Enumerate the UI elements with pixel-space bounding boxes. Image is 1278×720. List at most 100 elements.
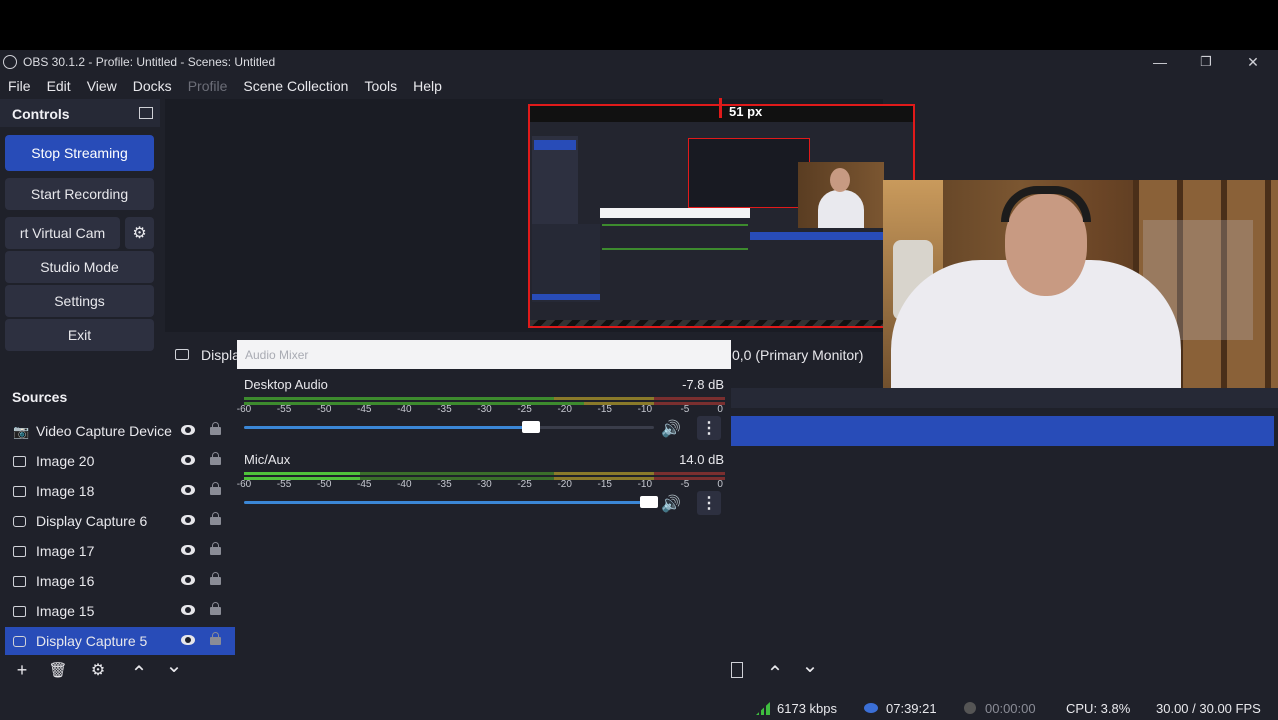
display-monitor-select[interactable]: 0,0 (Primary Monitor) [732, 347, 863, 363]
menu-help[interactable]: Help [405, 78, 450, 94]
visibility-eye-icon[interactable] [181, 635, 195, 645]
stop-streaming-button[interactable]: Stop Streaming [5, 135, 154, 171]
lock-icon[interactable] [210, 482, 221, 495]
stream-status-icon [864, 703, 878, 713]
visibility-eye-icon[interactable] [181, 515, 195, 525]
nested-sources [532, 224, 600, 302]
source-item-image-16[interactable]: Image 16 [5, 567, 235, 595]
audio-mixer-title: Audio Mixer [245, 348, 309, 362]
guide-distance-label: 51 px [729, 104, 763, 119]
bitrate-label: 6173 kbps [777, 701, 837, 716]
selected-scene-row[interactable] [731, 416, 1274, 446]
virtual-cam-settings-gear-icon[interactable]: ⚙ [125, 217, 154, 249]
obs-logo-icon [3, 55, 17, 69]
nested-capture-preview[interactable] [528, 104, 915, 328]
undock-icon[interactable] [139, 107, 153, 119]
image-icon [13, 606, 26, 617]
menu-view[interactable]: View [79, 78, 125, 94]
desktop-audio-speaker-icon[interactable]: 🔊 [661, 419, 681, 439]
studio-mode-button[interactable]: Studio Mode [5, 251, 154, 283]
visibility-eye-icon[interactable] [181, 575, 195, 585]
image-icon [13, 486, 26, 497]
menu-bar: File Edit View Docks Profile Scene Colle… [0, 74, 1278, 98]
scene-filter-icon[interactable] [731, 662, 743, 678]
visibility-eye-icon[interactable] [181, 425, 195, 435]
lock-icon[interactable] [210, 452, 221, 465]
fps-label: 30.00 / 30.00 FPS [1156, 701, 1261, 716]
desktop-audio-db: -7.8 dB [682, 377, 724, 392]
source-item-image-20[interactable]: Image 20 [5, 447, 235, 475]
mic-aux-menu-kebab-icon[interactable]: ⋮ [697, 491, 721, 515]
add-source-button[interactable]: + [7, 657, 37, 683]
image-icon [13, 456, 26, 467]
mic-aux-db: 14.0 dB [679, 452, 724, 467]
stream-time: 07:39:21 [886, 701, 937, 716]
visibility-eye-icon[interactable] [181, 545, 195, 555]
restore-button[interactable]: ❐ [1183, 50, 1229, 74]
audio-mixer-titlebar[interactable]: Audio Mixer [237, 340, 731, 369]
visibility-eye-icon[interactable] [181, 605, 195, 615]
exit-button[interactable]: Exit [5, 319, 154, 351]
desktop-audio-slider-thumb[interactable] [522, 421, 540, 433]
monitor-icon [175, 349, 189, 360]
mic-aux-volume-slider[interactable] [244, 496, 658, 508]
lock-icon[interactable] [210, 572, 221, 585]
cpu-usage: CPU: 3.8% [1066, 701, 1131, 716]
start-recording-button[interactable]: Start Recording [5, 178, 154, 210]
camera-icon: 📷 [13, 424, 30, 439]
desktop-audio-menu-kebab-icon[interactable]: ⋮ [697, 416, 721, 440]
nested-mixer-header [600, 208, 750, 218]
source-item-display-capture-5[interactable]: Display Capture 5 [5, 627, 235, 655]
display-source-label: Displa [201, 347, 240, 363]
menu-docks[interactable]: Docks [125, 78, 180, 94]
menu-profile[interactable]: Profile [180, 78, 236, 94]
minimize-button[interactable]: — [1137, 50, 1183, 74]
monitor-icon [13, 516, 26, 527]
lock-icon[interactable] [210, 542, 221, 555]
headphones [1001, 186, 1091, 222]
sources-dock-header: Sources [0, 381, 237, 411]
menu-edit[interactable]: Edit [39, 78, 79, 94]
guide-line [719, 98, 722, 118]
visibility-eye-icon[interactable] [181, 485, 195, 495]
lock-icon[interactable] [210, 632, 221, 645]
right-dock-header [731, 388, 1278, 408]
lock-icon[interactable] [210, 602, 221, 615]
nested-controls [532, 136, 578, 226]
nested-inner-preview [688, 138, 810, 208]
remove-source-button[interactable]: 🗑 [43, 657, 73, 683]
lock-icon[interactable] [210, 422, 221, 435]
source-item-image-15[interactable]: Image 15 [5, 597, 235, 625]
desktop-audio-label: Desktop Audio [244, 377, 328, 392]
scene-up-button[interactable]: ⌃ [760, 660, 790, 686]
menu-scene-collection[interactable]: Scene Collection [235, 78, 356, 94]
desktop-audio-meter [244, 397, 725, 400]
close-button[interactable]: ✕ [1230, 50, 1276, 74]
lock-icon[interactable] [210, 512, 221, 525]
sources-dock-title: Sources [12, 389, 68, 405]
status-bar: 6173 kbps 07:39:21 00:00:00 CPU: 3.8% 30… [740, 696, 1278, 720]
source-item-display-capture-6[interactable]: Display Capture 6 [5, 507, 235, 535]
mic-aux-slider-thumb[interactable] [640, 496, 658, 508]
controls-dock-header: Controls [0, 99, 160, 127]
image-icon [13, 546, 26, 557]
signal-bars-icon [756, 702, 770, 715]
title-bar: OBS 30.1.2 - Profile: Untitled - Scenes:… [0, 50, 1278, 74]
source-item-image-17[interactable]: Image 17 [5, 537, 235, 565]
source-item-image-18[interactable]: Image 18 [5, 477, 235, 505]
virtual-cam-button[interactable]: rt Virtual Cam [5, 217, 120, 249]
menu-file[interactable]: File [0, 78, 39, 94]
record-status-icon [964, 702, 976, 714]
mic-aux-speaker-icon[interactable]: 🔊 [661, 494, 681, 514]
source-properties-gear-icon[interactable]: ⚙ [83, 657, 113, 683]
mic-aux-label: Mic/Aux [244, 452, 291, 467]
visibility-eye-icon[interactable] [181, 455, 195, 465]
scene-down-button[interactable]: ⌄ [795, 652, 825, 678]
menu-tools[interactable]: Tools [356, 78, 405, 94]
desktop-audio-volume-slider[interactable] [244, 421, 654, 433]
source-item-video-capture-device[interactable]: 📷 Video Capture Device [5, 417, 235, 445]
move-source-down-button[interactable]: ⌄ [159, 652, 189, 678]
settings-button[interactable]: Settings [5, 285, 154, 317]
mic-aux-meter [244, 472, 725, 475]
move-source-up-button[interactable]: ⌃ [124, 660, 154, 686]
